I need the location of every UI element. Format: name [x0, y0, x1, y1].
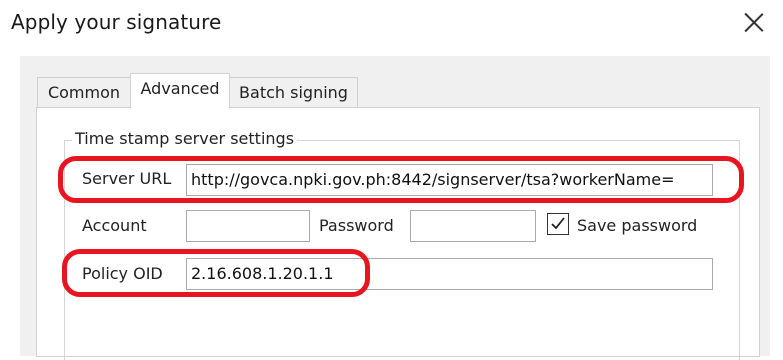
- server-url-input[interactable]: http://govca.npki.gov.ph:8442/signserver…: [186, 164, 713, 196]
- save-password-checkbox[interactable]: [547, 213, 569, 235]
- account-label: Account: [82, 216, 147, 235]
- dialog-title: Apply your signature: [11, 10, 222, 34]
- policy-oid-input[interactable]: 2.16.608.1.20.1.1: [186, 258, 713, 290]
- policy-oid-label: Policy OID: [82, 264, 163, 283]
- save-password-label: Save password: [577, 216, 698, 235]
- password-input[interactable]: [410, 210, 536, 242]
- tab-common[interactable]: Common: [37, 77, 131, 107]
- close-icon[interactable]: [742, 10, 766, 34]
- checkmark-icon: [551, 217, 565, 230]
- server-url-label: Server URL: [82, 169, 172, 188]
- account-input[interactable]: [186, 210, 310, 242]
- tab-batch-signing[interactable]: Batch signing: [229, 77, 358, 107]
- password-label: Password: [319, 216, 394, 235]
- groupbox-title: Time stamp server settings: [72, 129, 298, 148]
- tab-advanced[interactable]: Advanced: [130, 73, 230, 108]
